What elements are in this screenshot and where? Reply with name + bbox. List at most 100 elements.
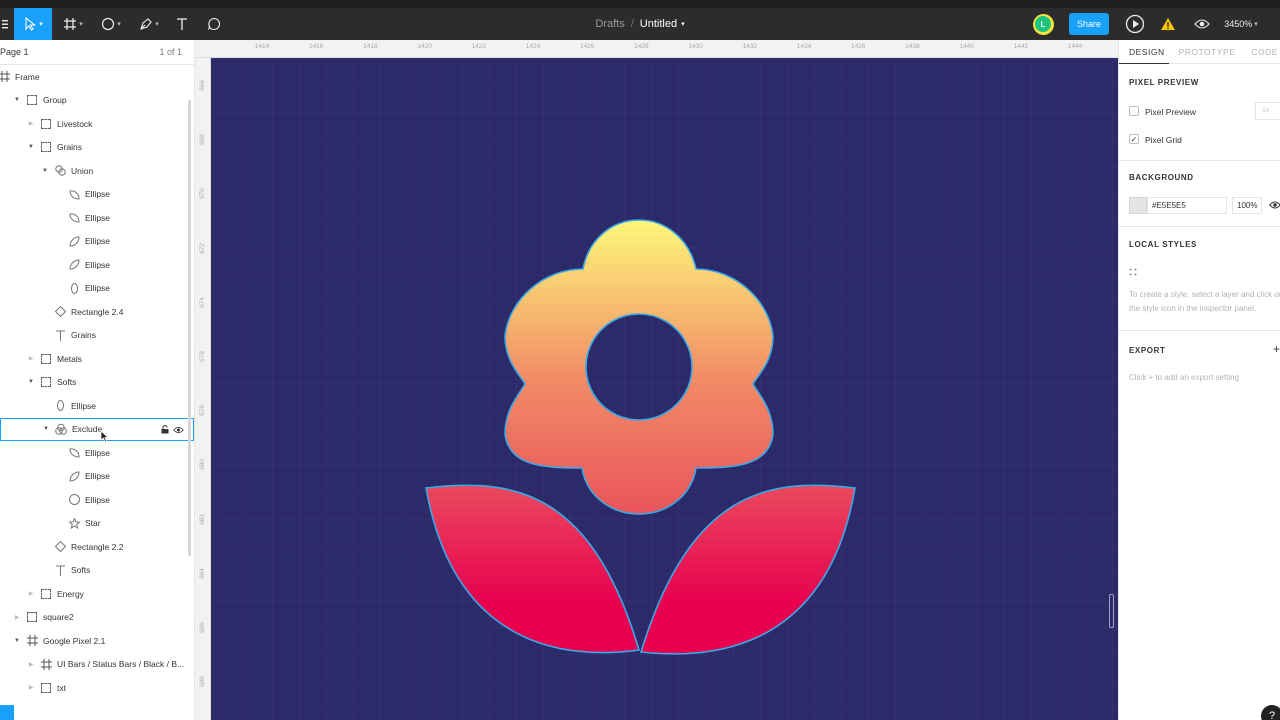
ellipse-icon bbox=[54, 400, 66, 412]
ruler-tick-label: 1434 bbox=[796, 43, 812, 50]
avatar[interactable]: L bbox=[1032, 8, 1054, 40]
pen-tool-button[interactable]: ▾ bbox=[134, 8, 164, 40]
tab-design[interactable]: DESIGN bbox=[1119, 40, 1175, 63]
chevron-down-icon[interactable]: ▼ bbox=[42, 426, 50, 432]
layer-row[interactable]: Ellipse bbox=[0, 206, 194, 229]
export-heading: EXPORT bbox=[1129, 346, 1166, 355]
chevron-right-icon[interactable]: ▶ bbox=[13, 614, 21, 621]
layer-name: Ellipse bbox=[85, 236, 111, 246]
layer-row[interactable]: Ellipse bbox=[0, 253, 194, 276]
layer-row[interactable]: ▶ Energy bbox=[0, 582, 194, 605]
page-selector[interactable]: Page 1 1 of 1 bbox=[0, 40, 194, 64]
layer-row[interactable]: Rectangle 2.4 bbox=[0, 300, 194, 323]
layer-name: Livestock bbox=[57, 118, 93, 129]
layer-row[interactable]: Rectangle 2.2 bbox=[0, 535, 194, 558]
chevron-right-icon[interactable]: ▶ bbox=[27, 684, 35, 691]
layer-row[interactable]: Softs bbox=[0, 559, 194, 582]
tab-code[interactable]: CODE bbox=[1245, 40, 1280, 63]
ruler-tick-label: 688 bbox=[198, 676, 206, 688]
divider bbox=[1119, 226, 1280, 227]
help-button[interactable]: ? bbox=[1261, 705, 1280, 720]
layers-scrollbar[interactable] bbox=[188, 100, 191, 556]
layer-name: Ellipse bbox=[85, 494, 111, 505]
layer-row[interactable]: Ellipse bbox=[0, 488, 194, 511]
pixel-preview-scale[interactable]: 1x bbox=[1255, 102, 1280, 120]
top-toolbar: ▾ ▾ ▾ ▾ Drafts / Untitled ▾ L Share 3450… bbox=[0, 0, 1280, 40]
layer-row[interactable]: ▼ Union bbox=[0, 159, 194, 182]
background-color-swatch[interactable] bbox=[1129, 197, 1147, 214]
layer-row[interactable]: ▼ Softs bbox=[0, 371, 194, 394]
pixel-grid-checkbox[interactable]: ✓ bbox=[1129, 134, 1139, 144]
canvas-scroll-marker[interactable] bbox=[1109, 594, 1114, 628]
file-name[interactable]: Untitled bbox=[640, 18, 677, 30]
layer-row[interactable]: ▶ Livestock bbox=[0, 112, 194, 135]
layer-row[interactable]: ▼ Google Pixel 2.1 bbox=[0, 629, 194, 652]
chevron-down-icon[interactable]: ▼ bbox=[41, 168, 49, 174]
breadcrumb-drafts[interactable]: Drafts bbox=[595, 18, 624, 30]
cursor-icon bbox=[100, 430, 109, 445]
eye-icon[interactable] bbox=[1269, 200, 1280, 212]
layer-name: Rectangle 2.4 bbox=[71, 306, 124, 317]
layer-name: Ellipse bbox=[85, 471, 111, 481]
play-icon bbox=[1125, 14, 1145, 34]
page-name: Page 1 bbox=[0, 47, 29, 57]
chevron-right-icon[interactable]: ▶ bbox=[27, 590, 35, 597]
chevron-down-icon[interactable]: ▼ bbox=[13, 638, 21, 644]
warning-icon[interactable] bbox=[1158, 8, 1178, 40]
layer-row[interactable]: Ellipse bbox=[0, 277, 194, 300]
layer-row[interactable]: ▶ square2 bbox=[0, 606, 194, 629]
layer-row[interactable]: Ellipse bbox=[0, 183, 194, 206]
design-canvas[interactable] bbox=[211, 58, 1118, 720]
assets-tab-corner[interactable] bbox=[0, 705, 14, 720]
layer-row[interactable]: ▶ txt bbox=[0, 676, 194, 699]
chevron-right-icon[interactable]: ▶ bbox=[27, 120, 35, 127]
layer-name: Ellipse bbox=[85, 259, 111, 270]
ruler-tick-label: 1418 bbox=[363, 43, 378, 50]
chevron-right-icon[interactable]: ▶ bbox=[27, 355, 35, 362]
present-button[interactable] bbox=[1124, 8, 1146, 40]
layer-row[interactable]: ▼ Exclude bbox=[0, 417, 194, 441]
lock-icon[interactable] bbox=[161, 424, 169, 436]
layer-row[interactable]: ▶ Metals bbox=[0, 347, 194, 370]
share-button[interactable]: Share bbox=[1069, 8, 1109, 40]
comment-tool-button[interactable] bbox=[204, 8, 224, 40]
ruler-tick-label: 1442 bbox=[1013, 43, 1029, 50]
ruler-tick-label: 1436 bbox=[850, 43, 866, 50]
background-hex-input[interactable]: #E5E5E5 bbox=[1147, 197, 1227, 214]
layer-row[interactable]: ▼ Group bbox=[0, 89, 194, 112]
layer-row[interactable]: Ellipse bbox=[0, 394, 194, 417]
layer-row[interactable]: ▶ UI Bars / Status Bars / Black / B... bbox=[0, 653, 194, 676]
shape-tool-button[interactable]: ▾ bbox=[96, 8, 126, 40]
add-export-button[interactable]: + bbox=[1273, 342, 1280, 356]
layer-row[interactable]: Ellipse bbox=[0, 441, 194, 464]
text-tool-button[interactable] bbox=[172, 8, 192, 40]
layer-name: Star bbox=[85, 518, 101, 528]
layer-row[interactable]: Grains bbox=[0, 324, 194, 347]
top-ruler: 1414 1416 1418 1420 1422 1424 1426 1428 1430 1432… bbox=[195, 40, 1118, 58]
frame-tool-button[interactable]: ▾ bbox=[58, 8, 88, 40]
background-opacity-input[interactable]: 100% bbox=[1232, 197, 1262, 214]
chevron-down-icon[interactable]: ▼ bbox=[27, 379, 35, 385]
zoom-menu[interactable]: 3450% ▾ bbox=[1218, 8, 1264, 40]
eye-icon[interactable] bbox=[173, 426, 184, 436]
ruler-tick-label: 668 bbox=[198, 134, 206, 146]
tab-prototype[interactable]: PROTOTYPE bbox=[1175, 40, 1246, 63]
layer-row[interactable]: Ellipse bbox=[0, 230, 194, 253]
chevron-down-icon[interactable]: ▼ bbox=[13, 97, 21, 103]
view-settings-button[interactable] bbox=[1192, 8, 1212, 40]
layer-name: Grains bbox=[57, 142, 83, 152]
layer-row[interactable]: Star bbox=[0, 512, 194, 535]
layer-row[interactable]: Ellipse bbox=[0, 465, 194, 488]
move-tool-button[interactable]: ▾ bbox=[14, 8, 52, 40]
layer-row[interactable]: Frame bbox=[0, 65, 194, 88]
styles-icon[interactable] bbox=[1129, 268, 1137, 276]
layer-row[interactable]: ▼ Grains bbox=[0, 136, 194, 159]
ruler-tick-label: 1414 bbox=[254, 43, 270, 50]
pixel-preview-checkbox[interactable] bbox=[1129, 106, 1139, 116]
chevron-right-icon[interactable]: ▶ bbox=[27, 661, 35, 668]
hamburger-icon[interactable] bbox=[0, 8, 10, 40]
chevron-down-icon: ▾ bbox=[117, 21, 121, 28]
chevron-down-icon[interactable]: ▼ bbox=[27, 144, 35, 150]
ruler-tick-label: 686 bbox=[198, 622, 206, 633]
chevron-down-icon: ▾ bbox=[1254, 21, 1258, 28]
